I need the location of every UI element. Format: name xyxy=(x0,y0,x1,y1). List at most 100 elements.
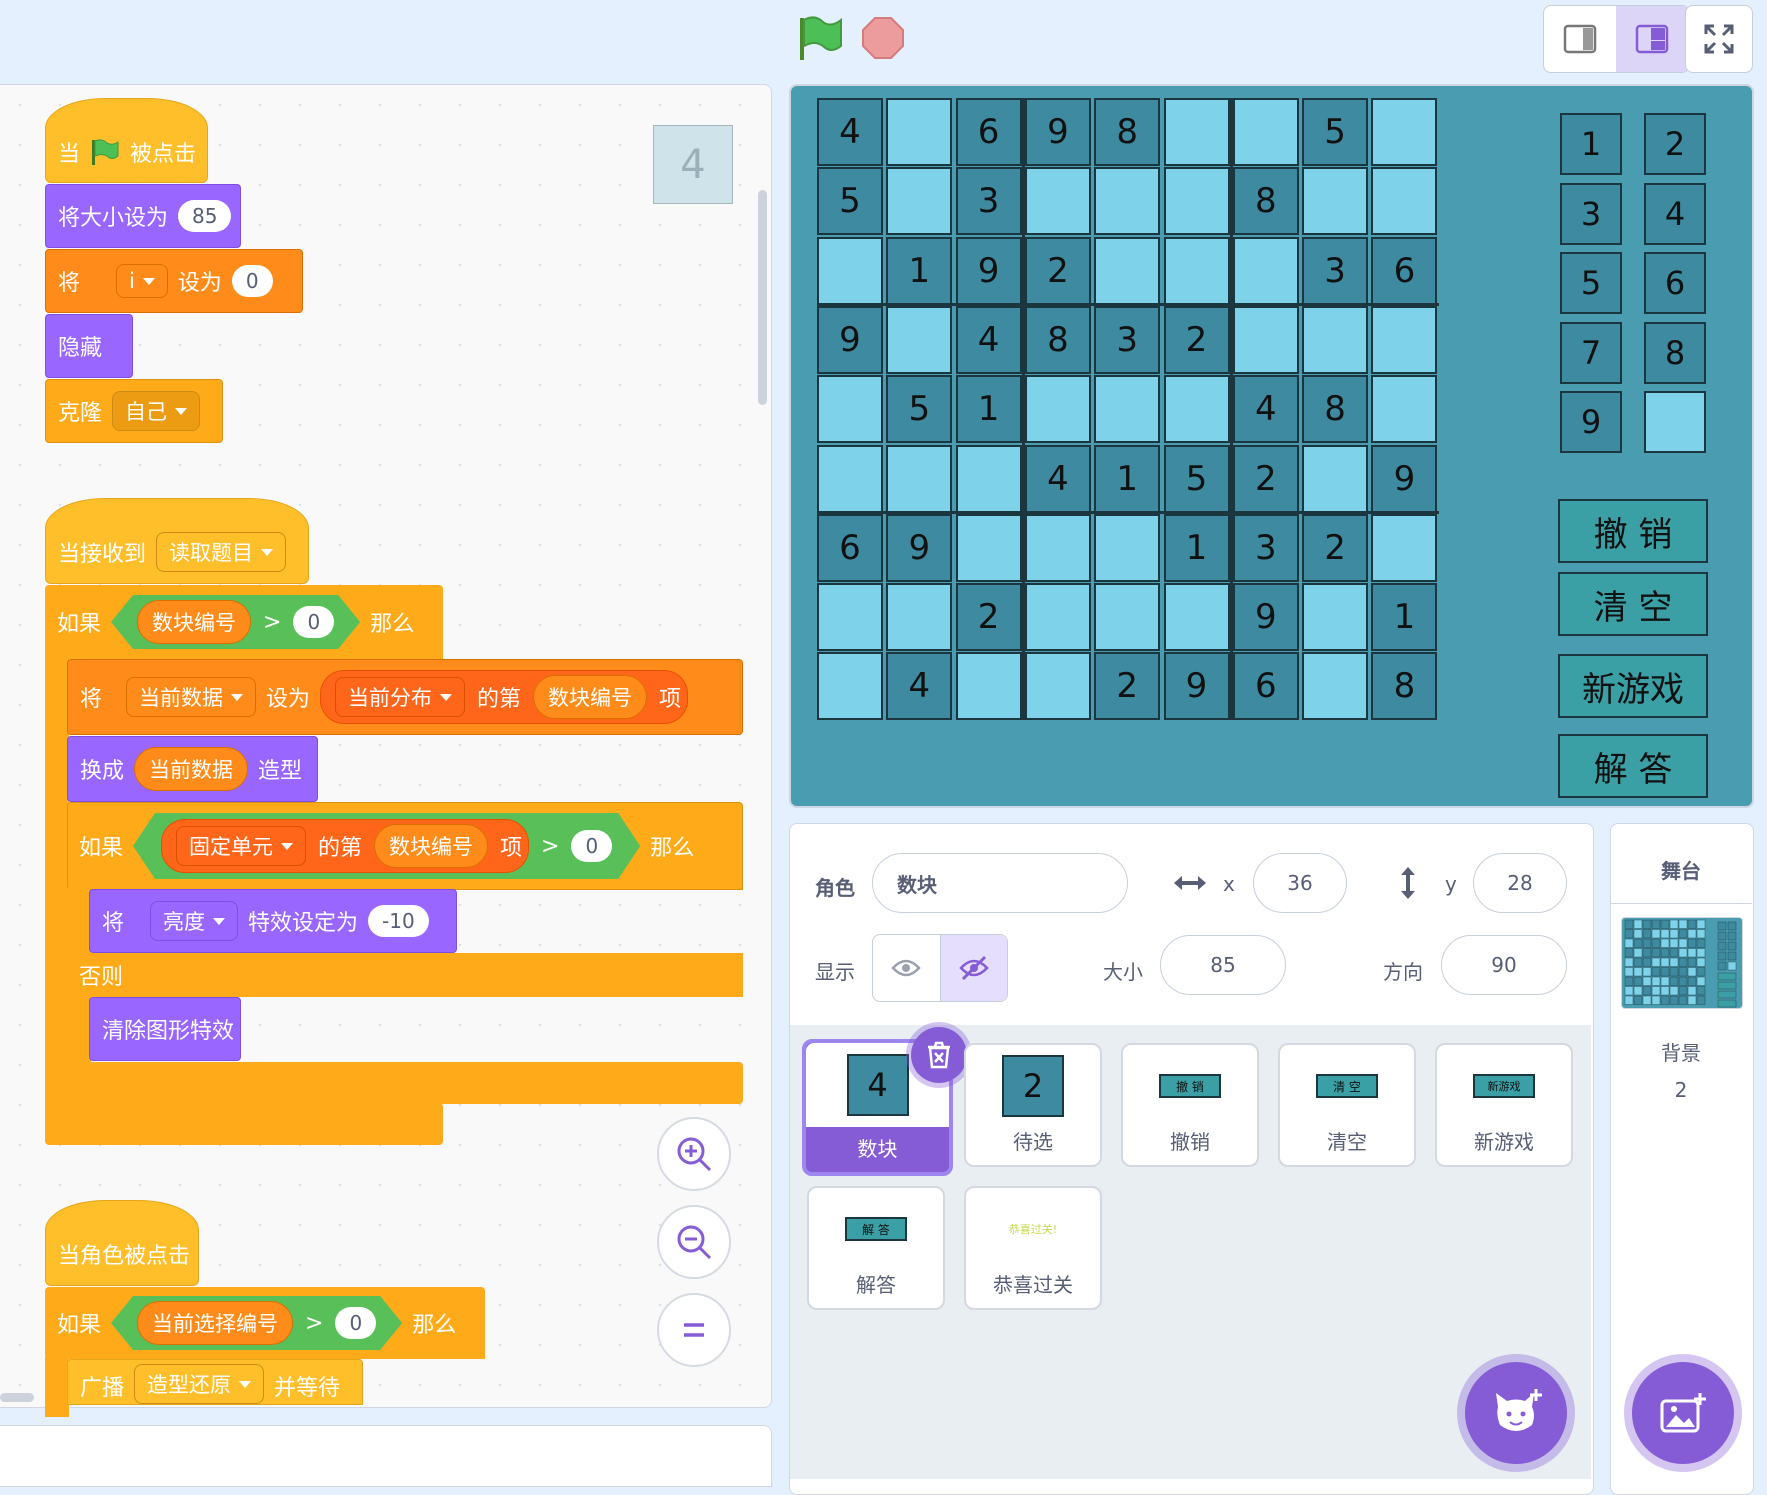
sudoku-cell[interactable] xyxy=(1094,375,1161,444)
sudoku-cell[interactable] xyxy=(1232,236,1299,305)
sudoku-cell[interactable]: 1 xyxy=(1094,444,1161,513)
sudoku-cell[interactable] xyxy=(1371,513,1438,582)
sudoku-cell[interactable] xyxy=(1163,583,1230,652)
list-dropdown[interactable]: 固定单元 xyxy=(176,826,306,866)
sudoku-cell[interactable] xyxy=(1302,444,1369,513)
sudoku-cell[interactable]: 9 xyxy=(886,513,953,582)
sudoku-cell[interactable] xyxy=(1371,305,1438,374)
sudoku-cell[interactable] xyxy=(1094,167,1161,236)
sudoku-cell[interactable] xyxy=(817,652,883,721)
sudoku-cell[interactable] xyxy=(1232,305,1299,374)
number-button[interactable]: 9 xyxy=(1560,391,1622,453)
sudoku-cell[interactable] xyxy=(886,98,953,166)
number-button[interactable]: 7 xyxy=(1560,321,1622,384)
sudoku-cell[interactable]: 1 xyxy=(886,236,953,305)
sudoku-cell[interactable] xyxy=(1371,98,1438,166)
sudoku-cell[interactable] xyxy=(886,167,953,236)
number-button[interactable]: 6 xyxy=(1644,252,1706,314)
sudoku-cell[interactable]: 2 xyxy=(1232,444,1299,513)
sudoku-cell[interactable]: 5 xyxy=(886,375,953,444)
sudoku-cell[interactable] xyxy=(1302,305,1369,374)
delete-sprite-button[interactable] xyxy=(911,1027,967,1083)
sudoku-cell[interactable] xyxy=(1371,167,1438,236)
new-game-button[interactable]: 新游戏 xyxy=(1558,654,1708,718)
sudoku-cell[interactable]: 9 xyxy=(1163,652,1230,721)
zoom-reset-button[interactable] xyxy=(657,1293,731,1367)
block-number-reporter[interactable]: 数块编号 xyxy=(533,675,648,719)
sudoku-cell[interactable] xyxy=(1094,513,1161,582)
sudoku-cell[interactable]: 3 xyxy=(1094,305,1161,374)
sudoku-cell[interactable] xyxy=(886,305,953,374)
sudoku-cell[interactable]: 4 xyxy=(955,305,1022,374)
number-button[interactable]: 5 xyxy=(1560,252,1622,314)
stop-button[interactable] xyxy=(862,17,904,59)
when-sprite-clicked-block[interactable]: 当角色被点击 xyxy=(45,1200,199,1286)
sudoku-cell[interactable] xyxy=(1024,583,1091,652)
sudoku-cell[interactable]: 9 xyxy=(1024,98,1091,166)
greater-than-operator[interactable]: 当前选择编号 > 0 xyxy=(111,1296,402,1350)
sudoku-cell[interactable]: 3 xyxy=(1302,236,1369,305)
sprite-tile-candidate[interactable]: 2 待选 xyxy=(964,1043,1102,1167)
small-stage-button[interactable] xyxy=(1544,6,1616,72)
compare-value-input[interactable]: 0 xyxy=(293,606,334,638)
sudoku-cell[interactable] xyxy=(1163,98,1230,166)
solve-button[interactable]: 解 答 xyxy=(1558,734,1708,798)
sudoku-cell[interactable] xyxy=(1024,375,1091,444)
large-stage-button[interactable] xyxy=(1616,6,1688,72)
y-input[interactable]: 28 xyxy=(1473,853,1567,913)
sudoku-cell[interactable]: 3 xyxy=(955,167,1022,236)
number-button[interactable]: 2 xyxy=(1644,113,1706,175)
zoom-out-button[interactable] xyxy=(657,1205,731,1279)
undo-button[interactable]: 撤 销 xyxy=(1558,499,1708,563)
hide-block[interactable]: 隐藏 xyxy=(45,314,133,378)
current-selection-reporter[interactable]: 当前选择编号 xyxy=(137,1301,293,1345)
size-input[interactable]: 85 xyxy=(1160,935,1286,995)
switch-costume-block[interactable]: 换成 当前数据 造型 xyxy=(67,736,318,802)
sudoku-cell[interactable]: 2 xyxy=(1163,305,1230,374)
sudoku-cell[interactable]: 8 xyxy=(1024,305,1091,374)
sudoku-cell[interactable]: 1 xyxy=(1163,513,1230,582)
sudoku-cell[interactable] xyxy=(1163,167,1230,236)
backdrop-thumbnail[interactable] xyxy=(1621,917,1743,1009)
sudoku-cell[interactable]: 8 xyxy=(1094,98,1161,166)
sudoku-cell[interactable] xyxy=(1163,375,1230,444)
number-button[interactable]: 3 xyxy=(1560,182,1622,245)
sprite-tile-new-game[interactable]: 新游戏 新游戏 xyxy=(1435,1043,1573,1167)
number-button[interactable] xyxy=(1644,391,1706,453)
compare-value-input[interactable]: 0 xyxy=(571,830,612,862)
clear-effects-block[interactable]: 清除图形特效 xyxy=(89,997,241,1061)
message-dropdown[interactable]: 读取题目 xyxy=(156,532,287,572)
sudoku-cell[interactable]: 9 xyxy=(1232,583,1299,652)
horizontal-scrollbar[interactable] xyxy=(0,1393,34,1402)
sprite-name-input[interactable]: 数块 xyxy=(872,853,1128,913)
sudoku-cell[interactable]: 5 xyxy=(1163,444,1230,513)
sudoku-cell[interactable]: 4 xyxy=(1232,375,1299,444)
variable-value-input[interactable]: 0 xyxy=(231,265,273,297)
number-button[interactable]: 8 xyxy=(1644,321,1706,384)
sudoku-cell[interactable] xyxy=(817,236,883,305)
stage[interactable]: 4698553819236948325148415296913229142968… xyxy=(789,84,1754,808)
sudoku-cell[interactable]: 2 xyxy=(955,583,1022,652)
sudoku-cell[interactable]: 8 xyxy=(1302,375,1369,444)
when-flag-clicked-block[interactable]: 当 被点击 xyxy=(45,98,208,183)
x-input[interactable]: 36 xyxy=(1253,853,1347,913)
add-backdrop-button[interactable] xyxy=(1632,1362,1734,1464)
sudoku-cell[interactable] xyxy=(955,444,1022,513)
when-receive-block[interactable]: 当接收到 读取题目 xyxy=(45,498,309,584)
sudoku-cell[interactable]: 5 xyxy=(817,167,883,236)
sudoku-cell[interactable]: 5 xyxy=(1302,98,1369,166)
set-size-block[interactable]: 将大小设为 85 xyxy=(45,184,241,248)
sudoku-cell[interactable]: 8 xyxy=(1232,167,1299,236)
sudoku-cell[interactable] xyxy=(1302,583,1369,652)
list-dropdown[interactable]: 当前分布 xyxy=(335,677,466,717)
block-number-reporter[interactable]: 数块编号 xyxy=(137,600,251,644)
sudoku-cell[interactable] xyxy=(1371,375,1438,444)
message-dropdown[interactable]: 造型还原 xyxy=(134,1364,265,1404)
direction-input[interactable]: 90 xyxy=(1441,935,1567,995)
sudoku-cell[interactable]: 4 xyxy=(817,98,883,166)
sudoku-cell[interactable]: 8 xyxy=(1371,652,1438,721)
sudoku-cell[interactable]: 6 xyxy=(817,513,883,582)
fullscreen-button[interactable] xyxy=(1685,5,1753,73)
compare-value-input[interactable]: 0 xyxy=(335,1307,376,1339)
sudoku-cell[interactable] xyxy=(1094,583,1161,652)
